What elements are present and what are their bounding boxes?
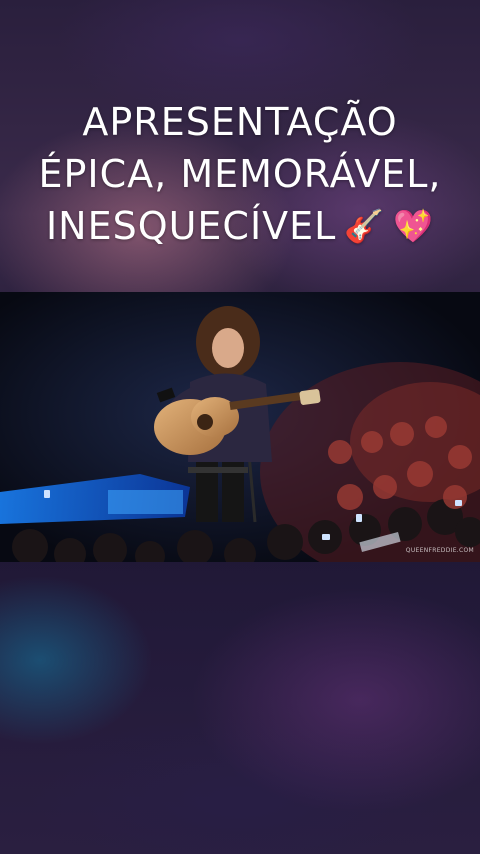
video-watermark: QUEENFREDDIE.COM: [405, 547, 474, 554]
sparkling-heart-emoji-icon: 💖: [393, 207, 435, 245]
concert-video[interactable]: QUEENFREDDIE.COM: [0, 292, 480, 562]
headline-line-3-text: INESQUECÍVEL: [45, 204, 337, 248]
story-screen: APRESENTAÇÃO ÉPICA, MEMORÁVEL, INESQUECÍ…: [0, 0, 480, 854]
concert-scene-icon: [0, 292, 480, 562]
headline-line-2: ÉPICA, MEMORÁVEL,: [38, 152, 442, 196]
headline-text: APRESENTAÇÃO ÉPICA, MEMORÁVEL, INESQUECÍ…: [0, 96, 480, 252]
headline-line-3: INESQUECÍVEL 🎸 💖: [0, 200, 480, 252]
guitar-emoji-icon: 🎸: [344, 207, 386, 245]
headline-line-1: APRESENTAÇÃO: [82, 100, 398, 144]
